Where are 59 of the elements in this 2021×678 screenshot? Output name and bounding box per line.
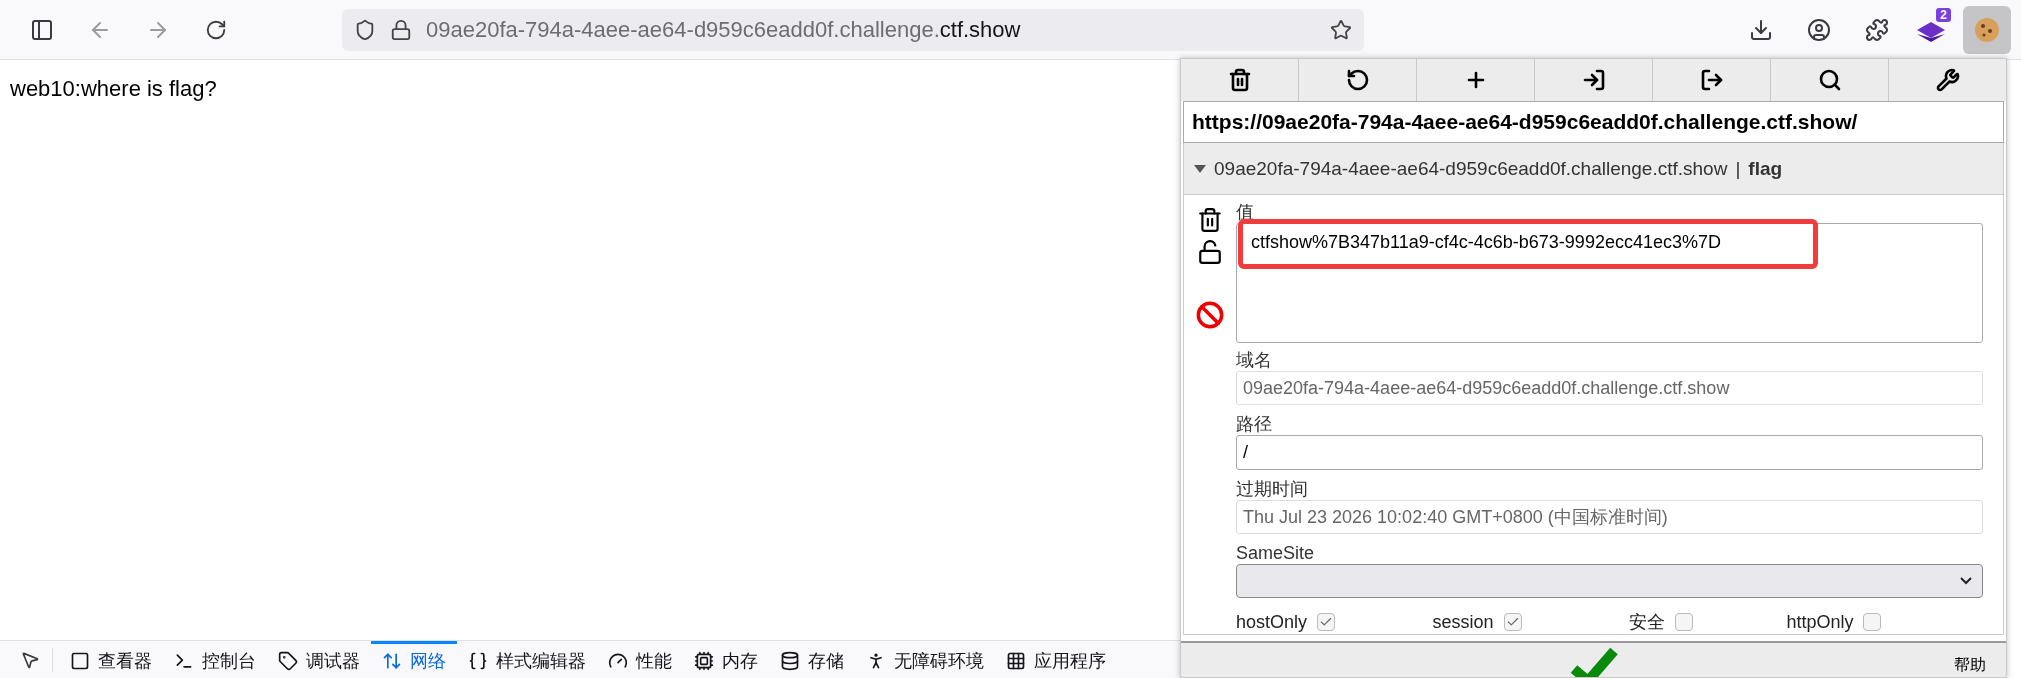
cookie-icon: [1973, 15, 2001, 44]
checkbox[interactable]: [1503, 613, 1522, 631]
debugger-icon: [278, 651, 298, 671]
devtools-tab[interactable]: 网络: [371, 640, 457, 678]
field-label: 路径: [1236, 413, 1273, 436]
storage-icon: [780, 651, 800, 671]
shield-icon: [354, 18, 376, 41]
delete-icon: [1227, 68, 1252, 92]
search-icon: [1817, 68, 1842, 92]
devtools-tab[interactable]: 样式编辑器: [457, 640, 597, 678]
value-field[interactable]: ctfshow%7B347b11a9-cf4c-4c6b-b673-9992ecc41ec3%7D: [1236, 223, 1983, 344]
application-icon: [1006, 651, 1026, 671]
inspector-icon: [70, 651, 90, 671]
settings-icon: [1935, 68, 1960, 92]
check-icon: [1505, 615, 1520, 629]
checkbox-label: hostOnly: [1236, 611, 1308, 633]
devtools-tab[interactable]: 性能: [597, 640, 683, 678]
url-text: 09ae20fa-794a-4aee-ae64-d959c6eadd0f.challenge.ctf.show: [426, 16, 1022, 43]
field-label: SameSite: [1236, 541, 1316, 564]
lock-icon: [390, 18, 412, 41]
checkbox[interactable]: [1675, 613, 1694, 631]
field-label: 过期时间: [1236, 477, 1309, 500]
field-label: 域名: [1236, 349, 1273, 372]
trash-icon[interactable]: [1197, 207, 1223, 233]
samesite-select[interactable]: [1236, 563, 1983, 598]
input-field[interactable]: /: [1236, 435, 1983, 470]
star-icon[interactable]: [1330, 18, 1352, 41]
devtools-tab[interactable]: 调试器: [267, 640, 371, 678]
checkbox[interactable]: [1863, 613, 1882, 631]
url-field: https://09ae20fa-794a-4aee-ae64-d959c6eadd0f.challenge.ctf.show/: [1183, 101, 2004, 143]
checkbox-label: 安全: [1629, 611, 1666, 634]
devtools-tab[interactable]: 控制台: [163, 640, 267, 678]
network-icon: [382, 651, 402, 671]
checkbox-label: httpOnly: [1786, 611, 1854, 633]
console-icon: [174, 651, 194, 671]
cookie-header[interactable]: 09ae20fa-794a-4aee-ae64-d959c6eadd0f.challenge.ctf.show | flag: [1183, 143, 2004, 195]
style-icon: [468, 651, 488, 671]
reset-icon: [1345, 68, 1370, 92]
devtools-tab[interactable]: 内存: [683, 640, 769, 678]
checkbox[interactable]: [1317, 613, 1336, 631]
block-icon[interactable]: [1196, 301, 1224, 329]
devtools-tab[interactable]: 查看器: [59, 640, 163, 678]
help-link[interactable]: 帮助: [1954, 655, 1986, 676]
devtools-tab[interactable]: 存储: [769, 640, 855, 678]
check-icon: [1319, 615, 1334, 629]
checkbox-label: session: [1432, 611, 1494, 633]
caret-icon: [1194, 164, 1206, 173]
devtools-tab[interactable]: 无障碍环境: [855, 640, 995, 678]
export-icon: [1699, 68, 1724, 92]
extension-badge: 2: [1936, 7, 1951, 22]
page-text: web10:where is flag?: [10, 76, 217, 102]
devtools-tab[interactable]: 应用程序: [995, 640, 1117, 678]
unlock-icon[interactable]: [1197, 239, 1223, 265]
memory-icon: [694, 651, 714, 671]
import-icon: [1581, 68, 1606, 92]
address-bar[interactable]: 09ae20fa-794a-4aee-ae64-d959c6eadd0f.challenge.ctf.show: [342, 8, 1364, 51]
field-label: 值: [1236, 201, 1255, 223]
performance-icon: [608, 651, 628, 671]
chevron-icon: [1960, 576, 1972, 585]
